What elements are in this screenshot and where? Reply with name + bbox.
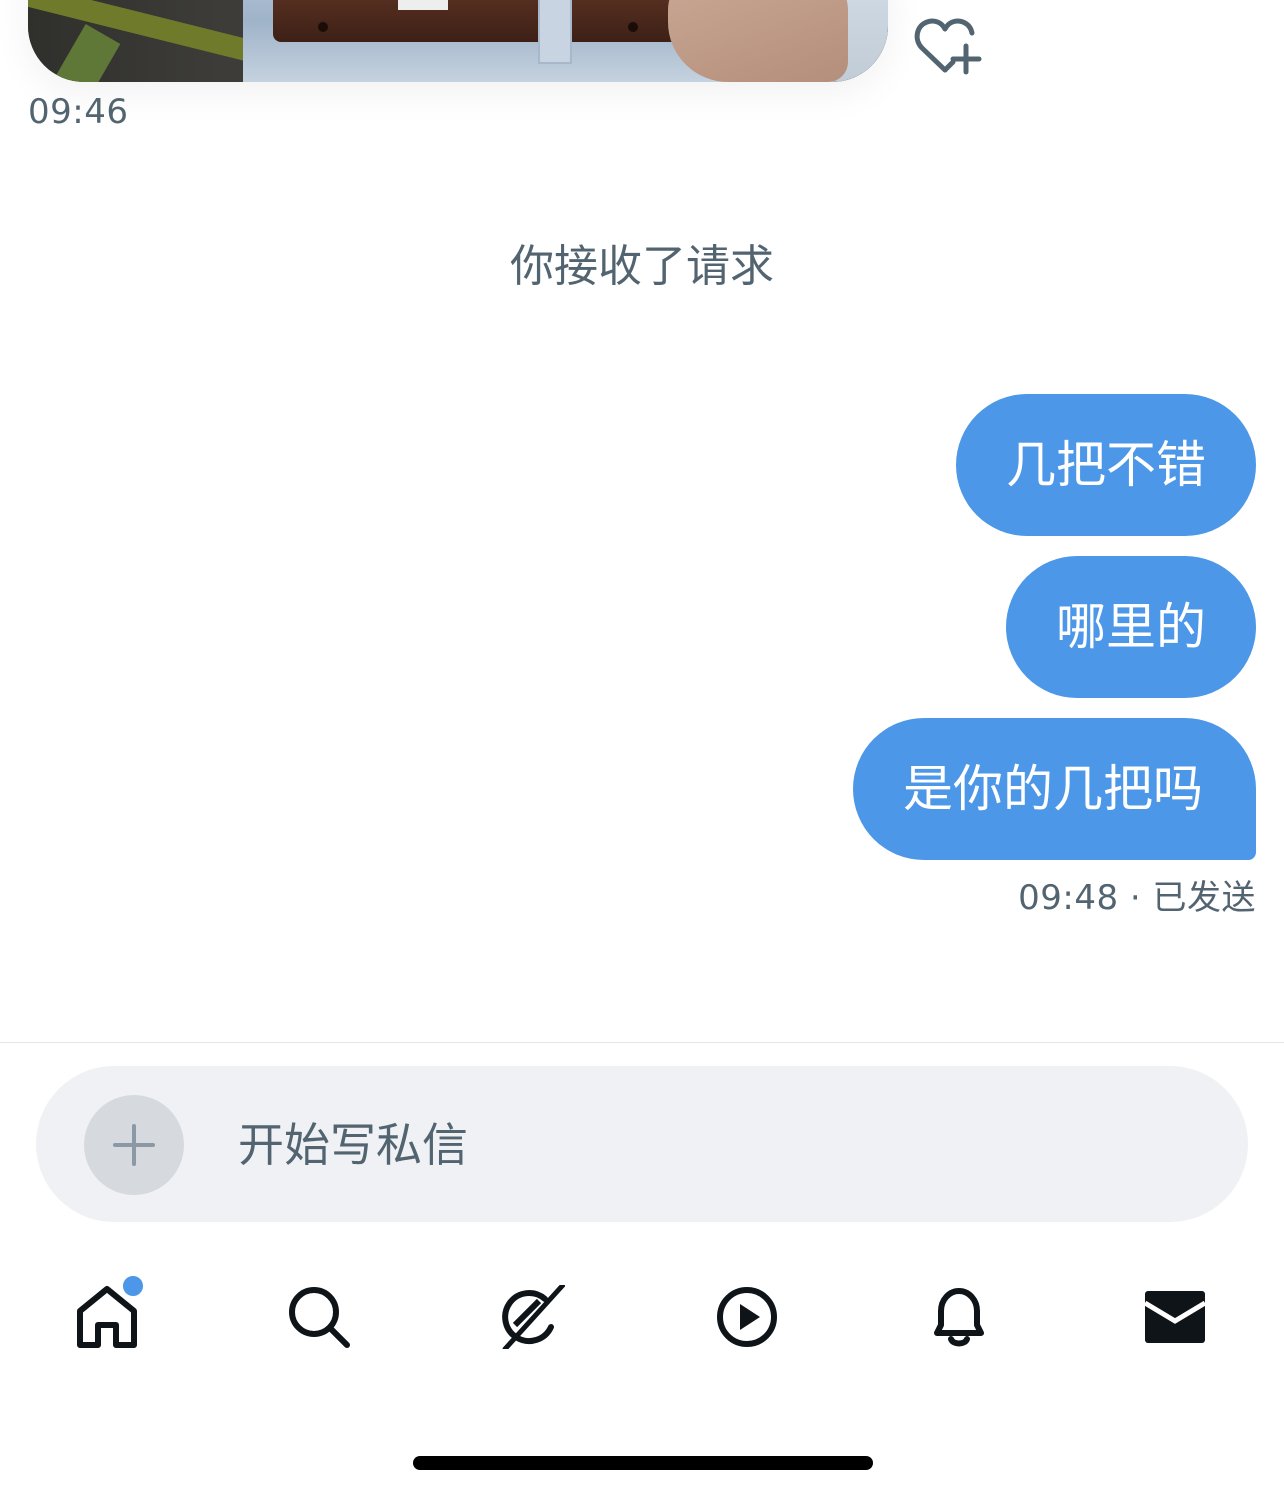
bell-icon	[934, 1288, 984, 1347]
image-belt-hole	[318, 22, 328, 32]
plus-icon	[113, 1124, 155, 1166]
nav-notifications[interactable]	[912, 1270, 1002, 1370]
home-indicator	[413, 1456, 873, 1470]
message-composer	[36, 1066, 1248, 1222]
bottom-nav	[0, 1270, 1284, 1370]
sent-message-bubble[interactable]: 几把不错	[956, 394, 1256, 536]
video-icon	[717, 1287, 777, 1347]
heart-plus-icon	[914, 18, 982, 75]
nav-home[interactable]	[60, 1270, 150, 1370]
received-image[interactable]	[28, 0, 888, 82]
image-label	[398, 0, 448, 10]
sent-message-bubble[interactable]: 是你的几把吗	[853, 718, 1256, 860]
voice-waveform-icon	[1133, 1113, 1193, 1175]
image-belt-loop	[538, 0, 572, 64]
image-belt-hole	[628, 22, 638, 32]
received-timestamp: 09:46	[28, 92, 129, 132]
sent-status: 09:48 · 已发送	[1018, 878, 1256, 918]
mail-icon	[1143, 1291, 1207, 1343]
sent-message-bubble[interactable]: 哪里的	[1006, 556, 1256, 698]
image-belt	[273, 0, 693, 42]
request-accepted-note: 你接收了请求	[510, 241, 774, 292]
message-input[interactable]	[236, 1106, 1100, 1184]
nav-messages[interactable]	[1128, 1270, 1218, 1370]
nav-search[interactable]	[272, 1270, 362, 1370]
grok-icon	[502, 1285, 565, 1349]
nav-grok[interactable]	[486, 1270, 576, 1370]
add-attachment-button[interactable]	[84, 1095, 184, 1195]
home-badge	[120, 1273, 146, 1299]
search-icon	[289, 1287, 350, 1348]
add-reaction-button[interactable]	[912, 16, 982, 78]
image-hand	[668, 0, 848, 82]
voice-message-button[interactable]	[1132, 1113, 1194, 1175]
divider	[0, 1042, 1284, 1043]
nav-video[interactable]	[700, 1270, 790, 1370]
